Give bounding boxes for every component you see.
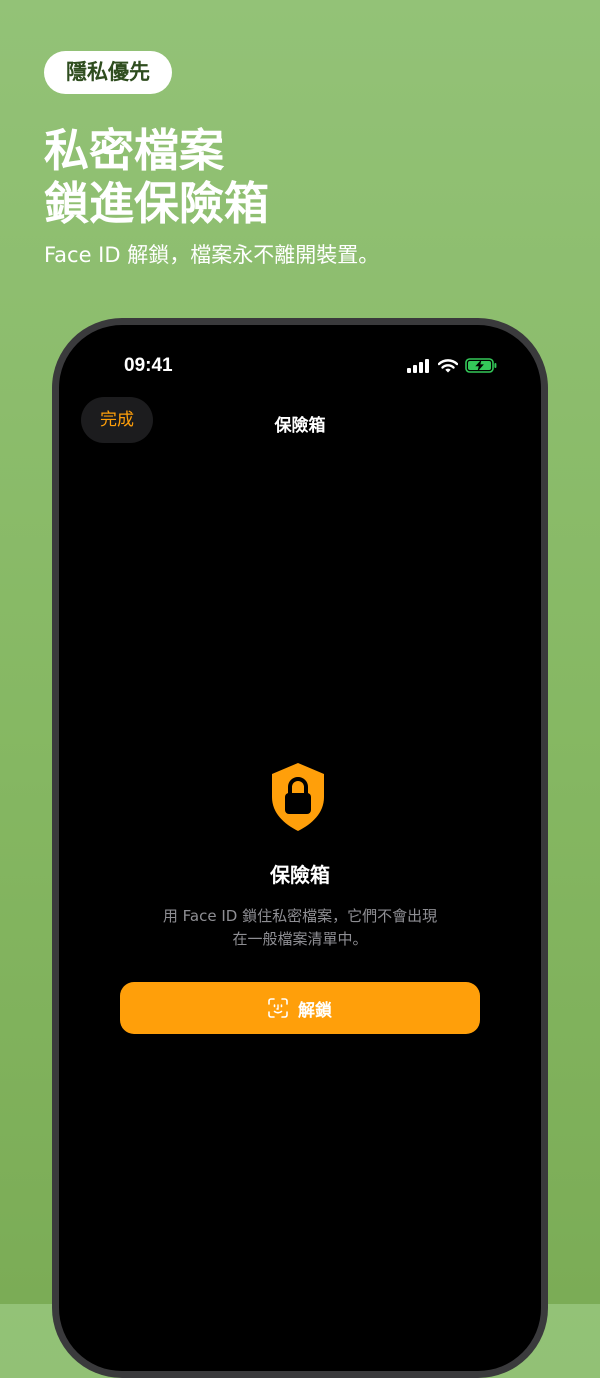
privacy-badge: 隱私優先: [44, 51, 172, 94]
subheadline: Face ID 解鎖，檔案永不離開裝置。: [44, 243, 380, 267]
phone-frame: 09:41 完成 保險箱 保險箱 用 Face ID 鎖住私密檔案，它們不會出現…: [52, 318, 548, 1378]
status-icons: [407, 358, 497, 373]
vault-description-line-1: 用 Face ID 鎖住私密檔案，它們不會出現: [162, 907, 438, 925]
battery-charging-icon: [465, 358, 497, 373]
wifi-icon: [438, 358, 458, 372]
vault-description-line-2: 在一般檔案清單中。: [232, 930, 368, 948]
unlock-button[interactable]: 解鎖: [120, 982, 480, 1034]
face-id-icon: [268, 998, 288, 1018]
vault-title: 保險箱: [270, 863, 330, 887]
vault-description: 用 Face ID 鎖住私密檔案，它們不會出現 在一般檔案清單中。: [109, 905, 491, 951]
headline: 私密檔案 鎖進保險箱: [44, 124, 269, 230]
status-time: 09:41: [124, 355, 173, 376]
lock-shield-icon: [268, 761, 328, 833]
unlock-label: 解鎖: [298, 1000, 332, 1021]
headline-line-1: 私密檔案: [44, 124, 225, 177]
cellular-signal-icon: [407, 358, 429, 373]
phone-screen: 09:41 完成 保險箱 保險箱 用 Face ID 鎖住私密檔案，它們不會出現…: [59, 325, 541, 1371]
nav-title: 保險箱: [274, 416, 326, 436]
headline-line-2: 鎖進保險箱: [44, 177, 270, 230]
